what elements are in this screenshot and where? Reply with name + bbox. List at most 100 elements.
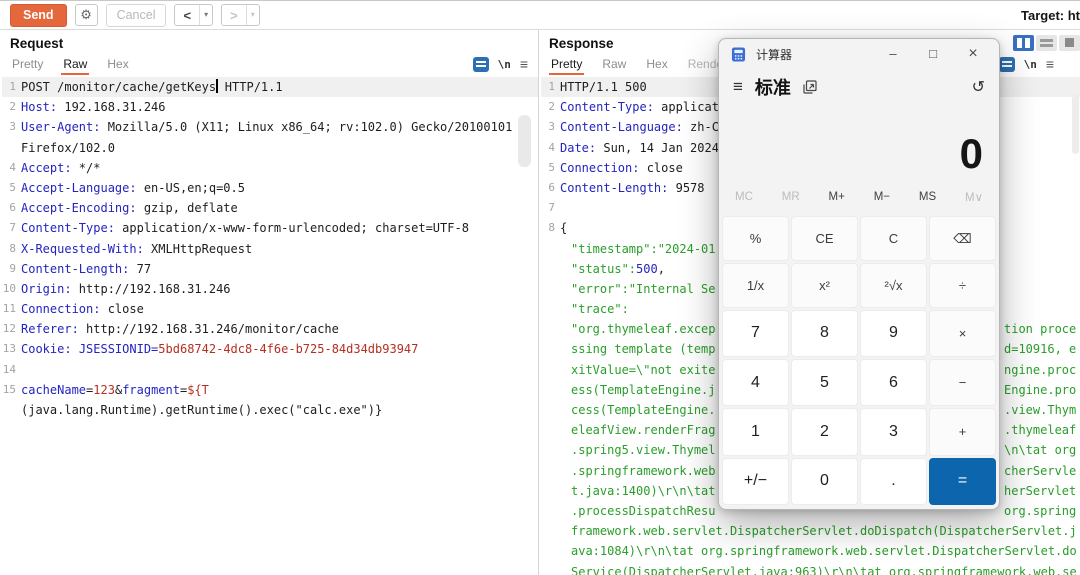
request-tab-row: Pretty Raw Hex \n ≡ [10, 52, 528, 76]
code-line: 10Origin: http://192.168.31.246 [2, 279, 538, 299]
tab-pretty[interactable]: Pretty [10, 54, 45, 75]
calc-key-0[interactable]: 0 [791, 458, 858, 505]
memory-button-mr[interactable]: MR [782, 191, 800, 203]
request-editor-icons: \n ≡ [473, 56, 528, 72]
calc-key-4[interactable]: 4 [722, 359, 789, 406]
line-number: 2 [2, 97, 16, 117]
history-forward-button[interactable]: > ▾ [221, 4, 260, 26]
editor-menu-icon[interactable]: ≡ [520, 56, 528, 72]
calc-key-+/−[interactable]: +/− [722, 458, 789, 505]
calc-key-=[interactable]: = [929, 458, 996, 505]
layout-single-icon[interactable] [1059, 35, 1080, 51]
calculator-mode-label: 标准 [755, 74, 791, 100]
calc-key-9[interactable]: 9 [860, 310, 927, 357]
line-number: 10 [2, 279, 16, 299]
code-line: Service(DispatcherServlet.java:963)\r\n\… [541, 562, 1080, 575]
pretty-format-icon[interactable] [473, 57, 489, 72]
scrollbar-thumb[interactable] [1072, 94, 1079, 154]
line-number [541, 420, 555, 440]
line-number: 5 [541, 158, 555, 178]
calc-key-−[interactable]: − [929, 359, 996, 406]
calc-key-C[interactable]: C [860, 216, 927, 261]
show-newlines-icon[interactable]: \n [498, 58, 511, 71]
request-editor[interactable]: 1POST /monitor/cache/getKeys HTTP/1.12Ho… [0, 76, 538, 575]
tab-raw[interactable]: Raw [600, 54, 628, 75]
minimize-button[interactable]: – [873, 40, 913, 68]
calc-key-8[interactable]: 8 [791, 310, 858, 357]
line-number: 1 [2, 77, 16, 97]
layout-columns-icon[interactable] [1013, 35, 1034, 51]
hamburger-menu-icon[interactable]: ≡ [733, 77, 743, 97]
calc-key-5[interactable]: 5 [791, 359, 858, 406]
calc-key-2[interactable]: 2 [791, 408, 858, 455]
calc-key-3[interactable]: 3 [860, 408, 927, 455]
chevron-down-icon[interactable]: ▾ [199, 5, 212, 25]
history-icon[interactable]: ↺ [972, 77, 985, 97]
chevron-down-icon[interactable]: ▾ [246, 5, 259, 25]
line-number [541, 339, 555, 359]
maximize-button[interactable]: □ [913, 40, 953, 68]
calc-key-.[interactable]: . [860, 458, 927, 505]
calc-key-%[interactable]: % [722, 216, 789, 261]
burp-repeater-window: Send ⚙ Cancel < ▾ > ▾ Target: ht Request… [0, 0, 1080, 575]
code-line: Firefox/102.0 [2, 138, 538, 158]
line-number [541, 440, 555, 460]
show-newlines-icon[interactable]: \n [1024, 58, 1037, 71]
calc-key-x²[interactable]: x² [791, 263, 858, 307]
close-button[interactable]: × [953, 40, 993, 68]
target-label: Target: ht [1021, 8, 1080, 23]
history-back-button[interactable]: < ▾ [174, 4, 213, 26]
tab-raw[interactable]: Raw [61, 54, 89, 75]
line-number: 9 [2, 259, 16, 279]
calc-key-×[interactable]: × [929, 310, 996, 357]
response-editor-icons: \n ≡ [999, 56, 1054, 72]
calculator-keypad: %CEC⌫ 1/xx²²√x÷ 789× 456− 123+ +/−0.= [719, 213, 999, 509]
calc-key-7[interactable]: 7 [722, 310, 789, 357]
code-line: framework.web.servlet.DispatcherServlet.… [541, 521, 1080, 541]
code-line: 11Connection: close [2, 299, 538, 319]
code-line: 14 [2, 360, 538, 380]
line-number [541, 319, 555, 339]
code-line: 2Host: 192.168.31.246 [2, 97, 538, 117]
back-arrow: < [175, 5, 199, 25]
line-number [541, 481, 555, 501]
pretty-format-icon[interactable] [999, 57, 1015, 72]
cancel-button[interactable]: Cancel [106, 4, 167, 27]
calc-key-²√x[interactable]: ²√x [860, 263, 927, 307]
line-number: 4 [541, 138, 555, 158]
calc-key-1/x[interactable]: 1/x [722, 263, 789, 307]
code-line: 4Accept: */* [2, 158, 538, 178]
memory-button-m+[interactable]: M+ [829, 191, 845, 203]
code-line: 5Accept-Language: en-US,en;q=0.5 [2, 178, 538, 198]
code-line: ava:1084)\r\n\tat org.springframework.we… [541, 541, 1080, 561]
request-panel-header: Request PrettyRawHex \n ≡ [0, 30, 538, 76]
tab-hex[interactable]: Hex [105, 54, 130, 75]
calc-key-÷[interactable]: ÷ [929, 263, 996, 307]
memory-button-ms[interactable]: MS [919, 191, 936, 203]
gear-icon[interactable]: ⚙ [75, 4, 98, 26]
line-number [541, 501, 555, 521]
send-button[interactable]: Send [10, 4, 67, 27]
calc-key-6[interactable]: 6 [860, 359, 927, 406]
calculator-display-value: 0 [960, 133, 983, 175]
line-number: 7 [2, 218, 16, 238]
line-number: 2 [541, 97, 555, 117]
calculator-nav: ≡ 标准 ↺ [719, 69, 999, 105]
calc-key-1[interactable]: 1 [722, 408, 789, 455]
calc-key-+[interactable]: + [929, 408, 996, 455]
tab-hex[interactable]: Hex [644, 54, 669, 75]
request-panel: Request PrettyRawHex \n ≡ 1POST /monitor… [0, 30, 539, 575]
memory-button-m∨[interactable]: M∨ [965, 190, 983, 204]
calc-key-CE[interactable]: CE [791, 216, 858, 261]
line-number: 3 [2, 117, 16, 137]
calculator-window: 计算器 – □ × ≡ 标准 ↺ 0 MC MR M+ M− MS M∨ %CEC⌫ 1/x… [718, 38, 1000, 510]
editor-menu-icon[interactable]: ≡ [1046, 56, 1054, 72]
layout-rows-icon[interactable] [1036, 35, 1057, 51]
calculator-titlebar[interactable]: 计算器 – □ × [719, 39, 999, 69]
calc-key-⌫[interactable]: ⌫ [929, 216, 996, 261]
scrollbar-thumb[interactable] [518, 115, 531, 167]
keep-on-top-icon[interactable] [803, 80, 817, 94]
memory-button-m−[interactable]: M− [874, 191, 890, 203]
memory-button-mc[interactable]: MC [735, 191, 753, 203]
tab-pretty[interactable]: Pretty [549, 54, 584, 75]
